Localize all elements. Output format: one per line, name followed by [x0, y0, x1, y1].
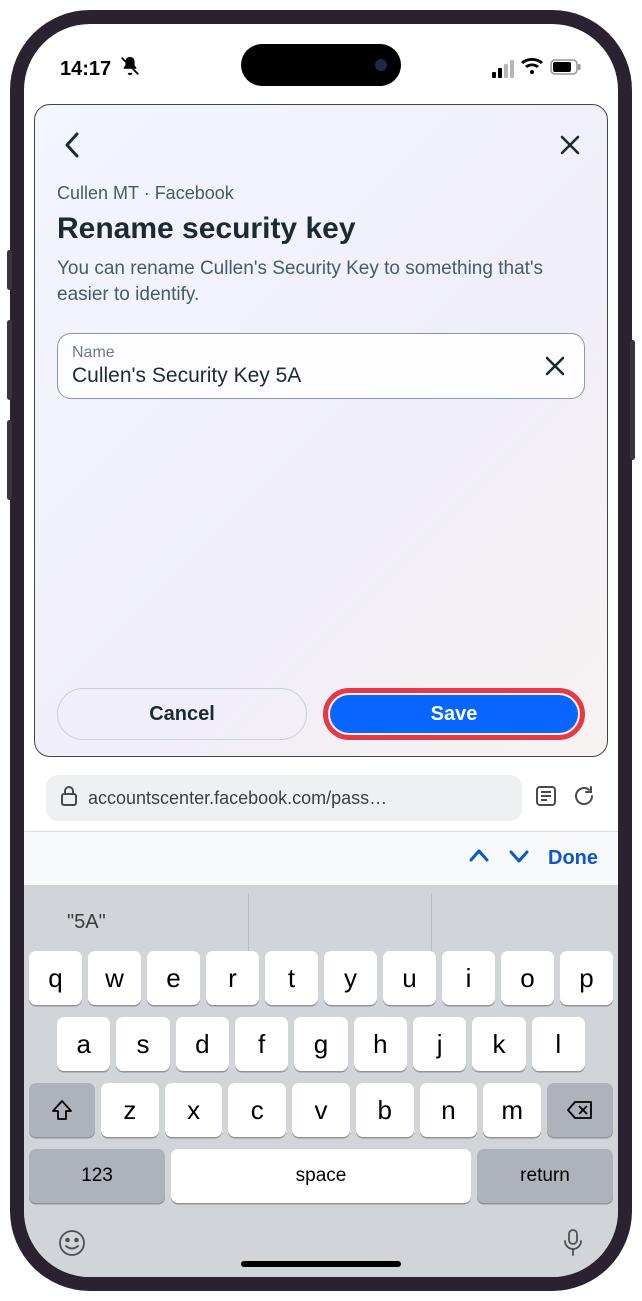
dynamic-island	[241, 44, 401, 86]
reload-icon[interactable]	[572, 784, 596, 813]
key-j[interactable]: j	[413, 1017, 466, 1071]
rename-key-dialog: Cullen MT · Facebook Rename security key…	[34, 104, 608, 757]
battery-icon	[550, 58, 582, 81]
key-z[interactable]: z	[101, 1083, 159, 1137]
key-n[interactable]: n	[420, 1083, 478, 1137]
key-o[interactable]: o	[501, 951, 554, 1005]
cell-signal-icon	[492, 60, 514, 78]
suggestion-bar: "5A"	[29, 893, 613, 951]
key-s[interactable]: s	[116, 1017, 169, 1071]
name-input-label: Name	[72, 344, 540, 362]
page-title: Rename security key	[57, 212, 585, 246]
phone-frame: 14:17	[10, 10, 632, 1291]
shift-key[interactable]	[29, 1083, 95, 1137]
lock-icon	[60, 786, 78, 811]
suggestion-1[interactable]: "5A"	[29, 893, 249, 951]
name-input-container[interactable]: Name	[57, 333, 585, 399]
save-button[interactable]: Save	[330, 695, 578, 733]
key-l[interactable]: l	[532, 1017, 585, 1071]
address-bar[interactable]: accountscenter.facebook.com/pass…	[46, 775, 522, 821]
key-u[interactable]: u	[383, 951, 436, 1005]
key-h[interactable]: h	[354, 1017, 407, 1071]
key-v[interactable]: v	[292, 1083, 350, 1137]
emoji-key[interactable]	[57, 1228, 87, 1263]
key-f[interactable]: f	[235, 1017, 288, 1071]
space-key[interactable]: space	[171, 1149, 471, 1203]
page-description: You can rename Cullen's Security Key to …	[57, 256, 585, 307]
key-r[interactable]: r	[206, 951, 259, 1005]
keyboard-row-4: 123 space return	[29, 1149, 613, 1203]
keyboard-row-2: a s d f g h j k l	[29, 1017, 613, 1071]
next-field-button[interactable]	[508, 845, 530, 872]
home-indicator[interactable]	[241, 1261, 401, 1267]
clear-input-button[interactable]	[540, 351, 570, 381]
status-time: 14:17	[60, 58, 111, 81]
key-k[interactable]: k	[472, 1017, 525, 1071]
key-b[interactable]: b	[356, 1083, 414, 1137]
suggestion-3[interactable]	[432, 893, 613, 951]
close-button[interactable]	[555, 130, 585, 160]
address-url: accountscenter.facebook.com/pass…	[88, 788, 387, 809]
power-button	[630, 340, 635, 460]
prev-field-button[interactable]	[468, 845, 490, 872]
return-key[interactable]: return	[477, 1149, 613, 1203]
back-button[interactable]	[57, 130, 87, 160]
key-e[interactable]: e	[147, 951, 200, 1005]
keyboard-row-1: q w e r t y u i o p	[29, 951, 613, 1005]
silent-icon	[119, 55, 141, 83]
key-p[interactable]: p	[560, 951, 613, 1005]
key-x[interactable]: x	[165, 1083, 223, 1137]
key-q[interactable]: q	[29, 951, 82, 1005]
reader-icon[interactable]	[534, 784, 558, 813]
keyboard-accessory-bar: Done	[24, 831, 618, 885]
key-m[interactable]: m	[483, 1083, 541, 1137]
key-a[interactable]: a	[57, 1017, 110, 1071]
key-i[interactable]: i	[442, 951, 495, 1005]
browser-toolbar: accountscenter.facebook.com/pass…	[34, 769, 608, 827]
silent-switch	[7, 250, 12, 290]
wifi-icon	[520, 56, 544, 82]
keyboard-row-3: z x c v b n m	[29, 1083, 613, 1137]
backspace-key[interactable]	[547, 1083, 613, 1137]
key-g[interactable]: g	[294, 1017, 347, 1071]
cancel-button[interactable]: Cancel	[57, 688, 307, 740]
keyboard-done-button[interactable]: Done	[548, 847, 598, 870]
key-c[interactable]: c	[228, 1083, 286, 1137]
breadcrumb: Cullen MT · Facebook	[57, 183, 585, 204]
volume-down	[7, 420, 12, 500]
key-w[interactable]: w	[88, 951, 141, 1005]
key-d[interactable]: d	[176, 1017, 229, 1071]
key-y[interactable]: y	[324, 951, 377, 1005]
save-button-highlight: Save	[323, 688, 585, 740]
dictation-key[interactable]	[561, 1228, 585, 1263]
numeric-key[interactable]: 123	[29, 1149, 165, 1203]
name-input[interactable]	[72, 364, 540, 388]
key-t[interactable]: t	[265, 951, 318, 1005]
suggestion-2[interactable]	[249, 893, 431, 951]
volume-up	[7, 320, 12, 400]
keyboard: "5A" q w e r t y u i o p a	[24, 885, 618, 1277]
